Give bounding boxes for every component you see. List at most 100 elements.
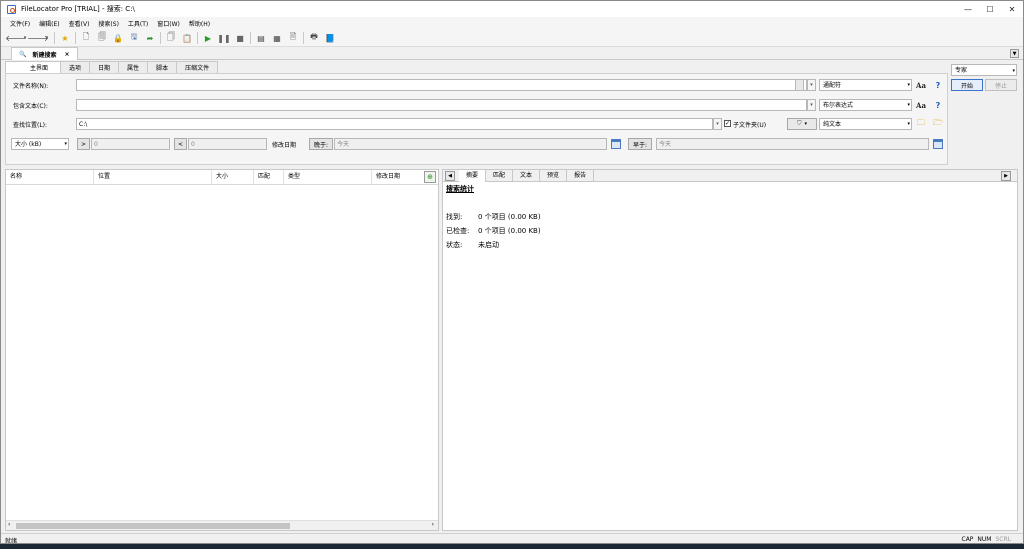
filename-mode-select[interactable]: 通配符 ▾ — [819, 79, 912, 91]
filename-label: 文件名称(N): — [13, 83, 49, 90]
column-location[interactable]: 位置 — [94, 170, 212, 184]
stat-found-label: 找到: — [446, 213, 463, 221]
tab-menu-arrow-icon[interactable]: ▼ — [1010, 49, 1019, 58]
search-icon: 🔍 — [19, 50, 27, 58]
stop-button[interactable]: 停止 — [985, 79, 1017, 91]
filename-history-button[interactable] — [795, 79, 804, 91]
print-icon[interactable]: 🖶 — [308, 32, 320, 44]
export-icon[interactable]: ➦ — [144, 32, 156, 44]
column-modified[interactable]: 修改日期 — [372, 170, 424, 184]
back-arrow-icon[interactable]: 🡐 — [5, 32, 26, 44]
menu-help[interactable]: 帮助(H) — [189, 19, 210, 28]
lookin-dropdown-icon[interactable]: ▾ — [713, 118, 722, 130]
favorites-star-icon[interactable]: ★ — [59, 32, 71, 44]
after-button[interactable]: 晚于: — [309, 138, 333, 150]
paste-icon[interactable]: 📋 — [181, 32, 193, 44]
stat-status-label: 状态: — [446, 241, 463, 249]
tab-report[interactable]: 报告 — [567, 169, 595, 182]
forward-dropdown-icon[interactable]: ▾ — [44, 32, 50, 44]
save-icon[interactable]: 🖫 — [128, 32, 140, 44]
results-horizontal-scrollbar[interactable]: ‹ › — [6, 520, 438, 530]
tab-close-icon[interactable]: × — [65, 51, 70, 58]
minimize-button[interactable]: — — [957, 1, 979, 17]
calendar-icon[interactable] — [933, 139, 943, 149]
stat-status-value: 未启动 — [478, 241, 499, 249]
tab-date[interactable]: 日期 — [90, 61, 120, 73]
tab-hits[interactable]: 匹配 — [486, 169, 514, 182]
size-max-input[interactable]: 0 — [188, 138, 267, 150]
scroll-right-icon[interactable]: › — [432, 521, 434, 528]
contains-mode-select[interactable]: 布尔表达式 ▾ — [819, 99, 912, 111]
scrollbar-thumb[interactable] — [16, 523, 290, 529]
tab-text[interactable]: 文本 — [513, 169, 541, 182]
column-hits[interactable]: 匹配 — [254, 170, 284, 184]
lock-icon[interactable]: 🔒 — [112, 32, 124, 44]
stat-found: 找到: 0 个项目 (0.00 KB) — [446, 212, 541, 222]
menu-window[interactable]: 窗口(W) — [157, 19, 180, 28]
after-date-input[interactable]: 今天 — [334, 138, 607, 150]
tab-main[interactable]: 主界面 — [5, 61, 62, 73]
filter-button[interactable]: ⛉ ▾ — [787, 118, 817, 130]
column-type[interactable]: 类型 — [284, 170, 372, 184]
subfolders-checkbox[interactable]: ✓ — [724, 120, 731, 127]
new-document-icon[interactable]: 🗋 — [80, 32, 92, 44]
folder-list-icon[interactable]: 🗁 — [933, 118, 943, 129]
add-column-icon[interactable]: ⊕ — [424, 171, 436, 183]
tab-preview[interactable]: 预览 — [540, 169, 568, 182]
calendar-icon[interactable] — [611, 139, 621, 149]
play-icon[interactable]: ▶ — [202, 32, 214, 44]
status-bar: 就绪 CAP NUM SCRL — [1, 533, 1023, 543]
size-min-input[interactable]: 0 — [91, 138, 170, 150]
view-preview-icon[interactable]: 🗎 — [287, 32, 299, 44]
tab-scroll-left-icon[interactable]: ◀ — [445, 170, 455, 181]
size-less-button[interactable]: < — [174, 138, 187, 150]
tab-options[interactable]: 选项 — [61, 61, 91, 73]
contains-text-row: 包含文本(C): ▾ 布尔表达式 ▾ Aa ? — [6, 99, 949, 112]
size-unit-select[interactable]: 大小 (kB) ▾ — [11, 138, 69, 150]
contains-text-input[interactable] — [76, 99, 807, 111]
case-sensitive-icon[interactable]: Aa — [916, 100, 926, 110]
help-icon[interactable]: ? — [933, 100, 943, 110]
open-icon[interactable]: 🗐 — [96, 32, 108, 44]
menu-file[interactable]: 文件(F) — [10, 19, 30, 28]
view-list-icon[interactable]: ▤ — [255, 32, 267, 44]
contains-dropdown-icon[interactable]: ▾ — [807, 99, 816, 111]
menu-tools[interactable]: 工具(T) — [128, 19, 148, 28]
before-button[interactable]: 早于: — [628, 138, 652, 150]
stop-icon[interactable]: ■ — [234, 32, 246, 44]
column-size[interactable]: 大小 — [212, 170, 254, 184]
tab-summary[interactable]: 摘要 — [459, 169, 487, 182]
before-date-input[interactable]: 今天 — [656, 138, 929, 150]
close-button[interactable]: ✕ — [1001, 1, 1023, 17]
filename-mode-value: 通配符 — [823, 82, 842, 89]
menu-view[interactable]: 查看(V) — [69, 19, 90, 28]
start-button[interactable]: 开始 — [951, 79, 983, 91]
column-name[interactable]: 名称 — [6, 170, 94, 184]
maximize-button[interactable]: ☐ — [979, 1, 1001, 17]
menu-edit[interactable]: 编辑(E) — [39, 19, 59, 28]
view-details-icon[interactable]: ▦ — [271, 32, 283, 44]
app-icon — [7, 4, 16, 14]
help-icon[interactable]: ? — [933, 80, 943, 90]
case-sensitive-icon[interactable]: Aa — [916, 80, 926, 90]
filename-dropdown-icon[interactable]: ▾ — [807, 79, 816, 91]
filename-input[interactable] — [76, 79, 807, 91]
tab-scroll-right-icon[interactable]: ▶ — [1001, 171, 1011, 181]
modified-date-label: 修改日期 — [272, 142, 297, 149]
book-icon[interactable]: 📘 — [324, 32, 336, 44]
tab-new-search[interactable]: 🔍 新建搜索 × — [11, 47, 78, 60]
lookin-input[interactable]: C:\ — [76, 118, 713, 130]
browse-folder-icon[interactable]: 🗀 — [916, 118, 926, 129]
copy-icon[interactable]: 🗍 — [165, 32, 177, 44]
filetype-select[interactable]: 纯文本 ▾ — [819, 118, 912, 130]
tab-script[interactable]: 脚本 — [148, 61, 178, 73]
menu-search[interactable]: 搜索(S) — [98, 19, 119, 28]
profile-select[interactable]: 专家 ▾ — [951, 64, 1017, 76]
pause-icon[interactable]: ❚❚ — [217, 32, 230, 44]
size-greater-button[interactable]: > — [77, 138, 90, 150]
tab-attributes[interactable]: 属性 — [119, 61, 149, 73]
scroll-left-icon[interactable]: ‹ — [8, 521, 10, 528]
tab-archives[interactable]: 压缩文件 — [177, 61, 219, 73]
num-lock-indicator: NUM — [977, 536, 992, 543]
forward-arrow-icon[interactable]: 🡒 — [27, 32, 48, 44]
